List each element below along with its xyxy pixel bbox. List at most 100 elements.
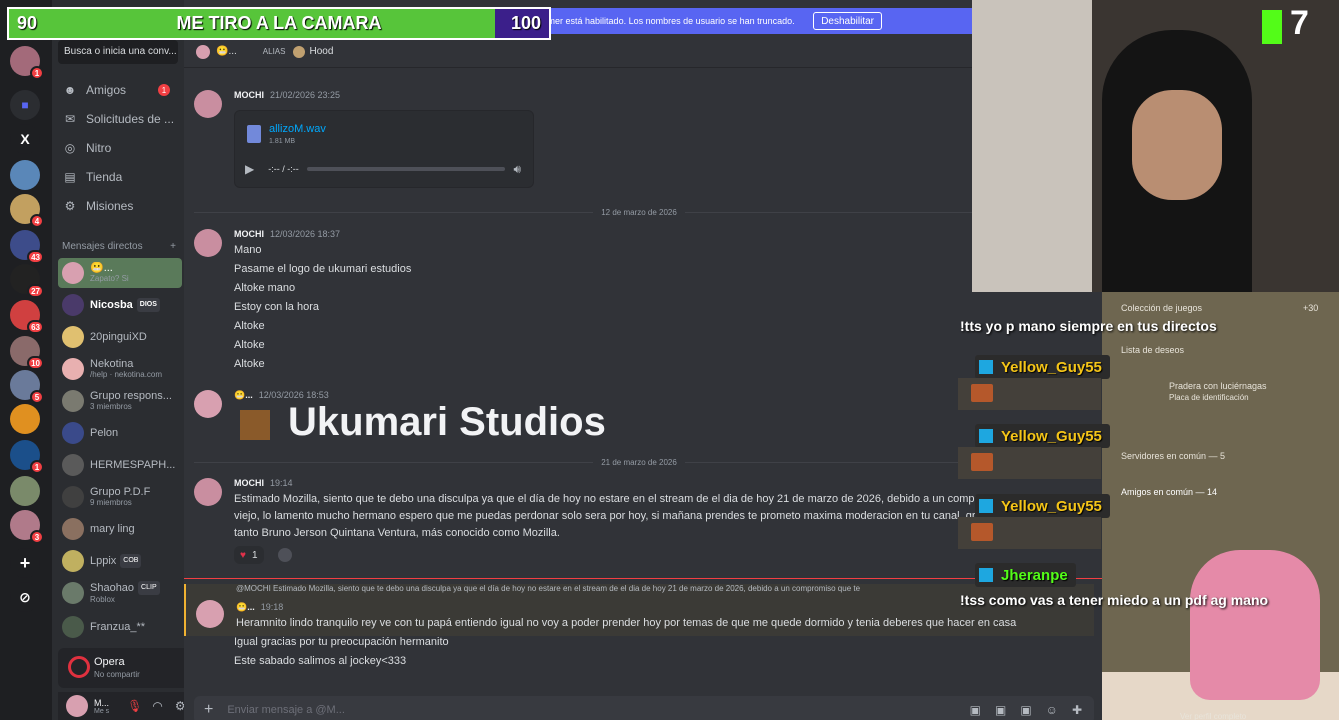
clan-tag: CLIP	[138, 581, 160, 595]
author[interactable]: MOCHI	[234, 229, 264, 239]
server-icon[interactable]: 63	[10, 300, 44, 334]
file-size: 1.81 MB	[269, 138, 296, 145]
search-input[interactable]: Busca o inicia una conv...	[58, 40, 178, 64]
badge: 43	[27, 250, 44, 264]
add-dm-icon[interactable]: +	[170, 241, 176, 252]
nav-label: Solicitudes de ...	[86, 112, 175, 126]
avatar	[62, 422, 84, 444]
server-icon[interactable]: 27	[10, 264, 44, 298]
author[interactable]: 😬...	[236, 602, 255, 612]
screen: 1 ■ X 4 43 27 63 10 5 1 3 + ⊘ Busca o in…	[0, 0, 1339, 720]
badge: 4	[30, 214, 44, 228]
dm-sub: 9 miembros	[90, 498, 132, 507]
view-profile-link[interactable]: Ver perfil completo	[1180, 712, 1246, 720]
add-attachment-icon[interactable]: +	[204, 701, 213, 719]
gif-icon[interactable]: ▣	[995, 703, 1006, 717]
dm-item[interactable]: Nekotina/help · nekotina.com	[58, 354, 182, 384]
dm-item[interactable]: 😬... Zapato? Si	[58, 258, 182, 288]
alias-name: Hood	[309, 46, 334, 57]
dm-item[interactable]: Nicosba DIOS	[58, 290, 182, 320]
server-icon[interactable]: 3	[10, 510, 44, 544]
server-icon[interactable]: 43	[10, 230, 44, 264]
audio-progress[interactable]	[306, 167, 506, 171]
nav-nitro[interactable]: ◎ Nitro	[58, 135, 182, 161]
avatar[interactable]	[194, 229, 222, 257]
message-header: MOCHI 19:14	[234, 478, 293, 488]
server-icon-home-avatar[interactable]: 1	[10, 46, 44, 80]
avatar[interactable]	[66, 695, 88, 717]
voice-sub: No compartir	[94, 670, 140, 679]
nav-label: Nitro	[86, 141, 112, 155]
date-divider: 21 de marzo de 2026	[194, 456, 1084, 468]
add-server-icon[interactable]: +	[10, 548, 40, 578]
author[interactable]: MOCHI	[234, 90, 264, 100]
dm-item[interactable]: Grupo respons... 3 miembros	[58, 386, 182, 416]
dm-folder-icon[interactable]: ■	[10, 90, 40, 120]
volume-icon[interactable]: 🔊︎	[513, 162, 521, 177]
gift-icon[interactable]: ▣	[970, 703, 981, 717]
disable-button[interactable]: Deshabilitar	[813, 12, 882, 30]
friends-row[interactable]: Amigos en común — 14	[1121, 487, 1217, 497]
badge: 10	[27, 356, 44, 370]
timestamp: 19:14	[270, 478, 293, 488]
nav-store[interactable]: ▤ Tienda	[58, 164, 182, 190]
server-icon[interactable]	[10, 160, 40, 190]
server-icon[interactable]: 5	[10, 370, 44, 404]
sticker-icon[interactable]: ▣	[1020, 703, 1031, 717]
dm-item[interactable]: mary ling	[58, 514, 182, 544]
kick-badge-icon	[979, 429, 993, 443]
reaction[interactable]: ♥ 1	[234, 546, 264, 564]
message-text: Igual gracias por tu preocupación herman…	[234, 636, 449, 648]
dm-item[interactable]: Grupo P.D.F 9 miembros	[58, 482, 182, 512]
server-icon[interactable]	[10, 476, 40, 506]
server-icon[interactable]: 10	[10, 336, 44, 370]
nav-quests[interactable]: ⚙ Misiones	[58, 193, 182, 219]
reply-preview[interactable]: @MOCHI Estimado Mozilla, siento que te d…	[236, 584, 860, 593]
headphones-icon[interactable]: ◠	[152, 699, 162, 713]
chat-username: Yellow_Guy55	[1001, 497, 1102, 515]
explore-icon[interactable]: ⊘	[10, 582, 40, 612]
dm-item[interactable]: HERMESPAPH...	[58, 450, 182, 480]
dm-item[interactable]: 20pinguiXD	[58, 322, 182, 352]
nav-friends[interactable]: ☻ Amigos 1	[58, 77, 182, 103]
dm-name: mary ling	[90, 523, 135, 535]
avatar[interactable]	[194, 390, 222, 418]
dm-item[interactable]: Shaohao CLIP Roblox	[58, 578, 182, 608]
server-icon[interactable]	[10, 404, 40, 434]
servers-row[interactable]: Servidores en común — 5	[1121, 451, 1225, 461]
avatar[interactable]	[194, 90, 222, 118]
dm-item[interactable]: Franzua_**	[58, 612, 182, 642]
goal-title: ME TIRO A LA CAMARA	[176, 13, 382, 33]
message-text: Altoke	[234, 320, 265, 332]
dm-name: Grupo P.D.F	[90, 486, 151, 498]
stream-chat-message: !tts yo p mano siempre en tus directos	[960, 318, 1217, 334]
author[interactable]: 😬...	[234, 390, 253, 400]
dm-name: Nicosba	[90, 298, 133, 311]
play-icon[interactable]: ▶	[245, 162, 254, 176]
goal-bar: 90 ME TIRO A LA CAMARA 100	[7, 7, 551, 40]
message-input[interactable]: + Enviar mensaje a @M... ▣ ▣ ▣ ☺ ✚	[194, 696, 1094, 720]
server-icon[interactable]: 4	[10, 194, 44, 228]
dm-name: HERMESPAPH...	[90, 459, 176, 471]
avatar[interactable]	[196, 600, 224, 628]
author[interactable]: MOCHI	[234, 478, 264, 488]
dm-sub: /help · nekotina.com	[90, 370, 163, 379]
item-sub: Placa de identificación	[1169, 393, 1249, 402]
nav-requests[interactable]: ✉ Solicitudes de ...	[58, 106, 182, 132]
badge: 1	[30, 460, 44, 474]
dm-item[interactable]: Pelon	[58, 418, 182, 448]
apps-icon[interactable]: ✚	[1072, 703, 1082, 717]
viewer-count: 7	[1290, 4, 1309, 42]
mic-muted-icon[interactable]: 🎙︎	[127, 699, 142, 713]
x-server-icon[interactable]: X	[10, 124, 40, 154]
file-link[interactable]: allizoM.wav	[269, 123, 326, 135]
add-reaction-icon[interactable]	[278, 548, 292, 562]
audio-time: -:-- / -:--	[268, 164, 299, 174]
avatar[interactable]	[194, 478, 222, 506]
nitro-icon: ◎	[64, 141, 76, 155]
dm-item[interactable]: Lppix COB	[58, 546, 182, 576]
emote-icon	[971, 453, 993, 471]
emoji-icon[interactable]: ☺	[1046, 703, 1058, 717]
message-text: Altoke	[234, 339, 265, 351]
server-icon[interactable]: 1	[10, 440, 44, 474]
